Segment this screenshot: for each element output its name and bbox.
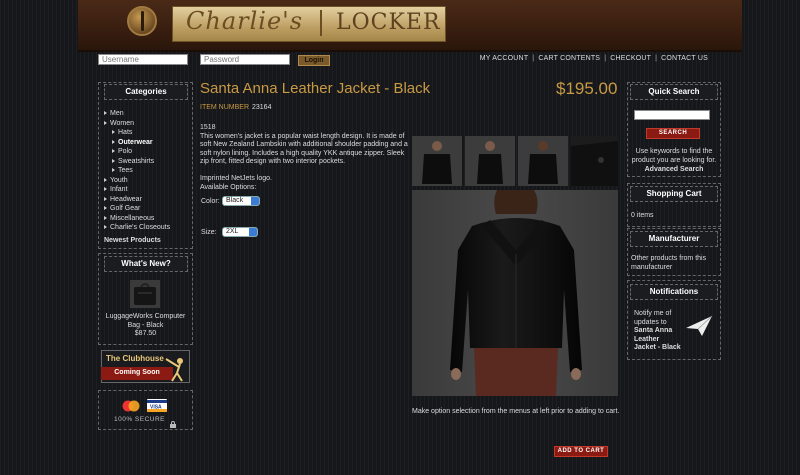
options-label: Available Options:: [200, 183, 257, 191]
payment-box: [98, 390, 193, 430]
quick-search-title: Quick Search: [630, 84, 718, 100]
item-number-value: 23164: [252, 104, 272, 111]
category-women[interactable]: Women: [104, 119, 170, 129]
thumbnail-detail[interactable]: [571, 136, 618, 186]
visa-icon: VISA: [147, 399, 167, 412]
arrow-icon: [104, 196, 107, 201]
category-outerwear[interactable]: Outerwear: [104, 138, 170, 148]
logo-locker-text: LOCKER: [336, 10, 441, 35]
categories-title: Categories: [104, 84, 188, 100]
thumbnail-side[interactable]: [465, 136, 515, 186]
arrow-icon: [104, 225, 107, 230]
quick-search-input[interactable]: [634, 110, 710, 120]
selection-note: Make option selection from the menus at …: [412, 408, 620, 415]
notifications-title: Notifications: [630, 284, 718, 300]
product-description: This women's jacket is a popular waist l…: [200, 132, 408, 166]
compass-logo-icon: [127, 6, 157, 36]
category-golf-gear[interactable]: Golf Gear: [104, 204, 170, 214]
shopping-cart-title: Shopping Cart: [630, 186, 718, 202]
size-select[interactable]: 2XL: [222, 227, 258, 237]
golfer-icon: [160, 355, 190, 383]
advanced-search-link[interactable]: Advanced Search: [630, 166, 718, 175]
lock-icon: [170, 415, 176, 428]
svg-text:VISA: VISA: [150, 405, 162, 411]
product-description-block: 1518 This women's jacket is a popular wa…: [200, 124, 410, 192]
arrow-icon: [104, 177, 107, 182]
top-links: MY ACCOUNT | CART CONTENTS | CHECKOUT | CONTAC…: [479, 55, 708, 62]
product-main-image[interactable]: [412, 190, 618, 396]
logo-divider: [320, 10, 322, 36]
category-men[interactable]: Men: [104, 109, 170, 119]
cart-items-count: 0 items: [631, 212, 654, 219]
category-sweatshirts[interactable]: Sweatshirts: [104, 157, 170, 167]
arrow-icon: [112, 149, 115, 154]
my-account-link[interactable]: MY ACCOUNT: [480, 55, 529, 62]
arrow-icon: [104, 111, 107, 116]
secure-label: 100% SECURE: [114, 416, 166, 423]
thumbnail-back[interactable]: [518, 136, 568, 186]
category-list: Men Women Hats Outerwear Polo Sweatshirt…: [104, 109, 170, 245]
category-youth[interactable]: Youth: [104, 176, 170, 186]
category-infant[interactable]: Infant: [104, 185, 170, 195]
arrow-icon: [104, 215, 107, 220]
select-arrows-icon: [251, 197, 259, 205]
category-hats[interactable]: Hats: [104, 128, 170, 138]
color-label: Color:: [201, 198, 220, 205]
contact-us-link[interactable]: CONTACT US: [661, 55, 708, 62]
size-label: Size:: [201, 229, 217, 236]
newest-products-link[interactable]: Newest Products: [104, 236, 170, 246]
category-headwear[interactable]: Headwear: [104, 195, 170, 205]
select-arrows-icon: [249, 228, 257, 236]
product-code: 1518: [200, 124, 216, 131]
search-button[interactable]: SEARCH: [646, 128, 700, 139]
arrow-icon: [104, 187, 107, 192]
manufacturer-text[interactable]: Other products from this manufacturer: [631, 255, 717, 272]
arrow-icon: [104, 206, 107, 211]
category-miscellaneous[interactable]: Miscellaneous: [104, 214, 170, 224]
category-polo[interactable]: Polo: [104, 147, 170, 157]
logo-note: Imprinted NetJets logo.: [200, 174, 272, 182]
cart-contents-link[interactable]: CART CONTENTS: [538, 55, 600, 62]
arrow-icon: [112, 158, 115, 163]
whats-new-title: What's New?: [104, 256, 188, 272]
password-input[interactable]: [200, 54, 290, 65]
clubhouse-title: The Clubhouse: [106, 354, 164, 363]
arrow-icon: [112, 168, 115, 173]
add-to-cart-button[interactable]: ADD TO CART: [554, 446, 608, 457]
search-help-text: Use keywords to find the product you are…: [631, 148, 717, 164]
whats-new-product[interactable]: LuggageWorks Computer Bag - Black $87.50: [98, 313, 193, 339]
arrow-icon: [104, 120, 107, 125]
username-input[interactable]: [98, 54, 188, 65]
checkout-link[interactable]: CHECKOUT: [610, 55, 651, 62]
notify-text[interactable]: Notify me of updates to Santa Anna Leath…: [634, 310, 690, 353]
category-tees[interactable]: Tees: [104, 166, 170, 176]
login-button[interactable]: Login: [298, 55, 330, 66]
product-thumbnail[interactable]: [130, 280, 160, 308]
arrow-icon: [112, 139, 115, 144]
color-select[interactable]: Black: [222, 196, 260, 206]
manufacturer-title: Manufacturer: [630, 231, 718, 247]
product-price: $195.00: [556, 79, 618, 98]
item-number-label: ITEM NUMBER: [200, 104, 249, 111]
thumbnail-front[interactable]: [412, 136, 462, 186]
logo-charlies-text: Charlie's: [186, 7, 304, 35]
mastercard-icon: [121, 399, 141, 412]
category-closeouts[interactable]: Charlie's Closeouts: [104, 223, 170, 233]
product-title: Santa Anna Leather Jacket - Black: [200, 80, 431, 97]
arrow-icon: [112, 130, 115, 135]
paper-plane-icon[interactable]: [684, 314, 714, 338]
